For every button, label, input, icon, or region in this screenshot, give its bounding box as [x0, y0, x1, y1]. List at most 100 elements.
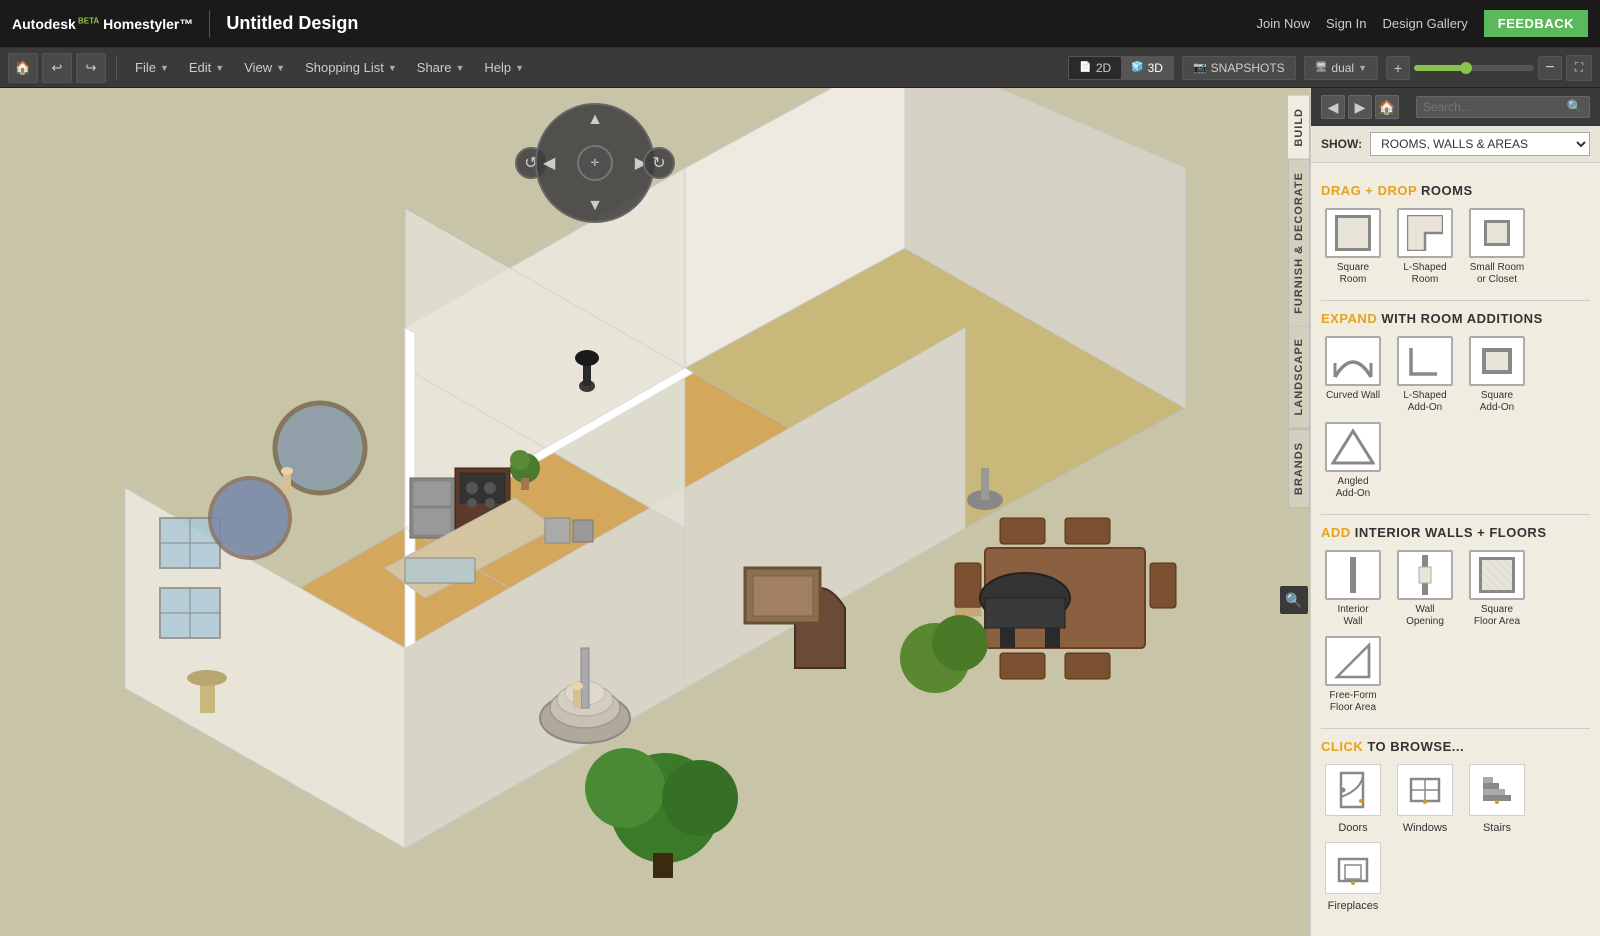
dual-button[interactable]: 🖥 dual ▼	[1304, 56, 1378, 80]
design-gallery-link[interactable]: Design Gallery	[1383, 16, 1468, 31]
nav-up-button[interactable]: ▲	[587, 111, 603, 129]
square-floor-icon-box	[1469, 550, 1525, 600]
windows-browse-tile[interactable]: Windows	[1393, 764, 1457, 834]
show-label: SHOW:	[1321, 137, 1362, 151]
panel-nav-group: ◀ ▶ 🏠	[1321, 95, 1399, 119]
brands-tab[interactable]: BRANDS	[1288, 429, 1310, 508]
house-scene	[0, 88, 1310, 936]
home-button[interactable]: 🏠	[8, 53, 38, 83]
small-room-shape	[1484, 220, 1510, 246]
panel-search-icon[interactable]: 🔍	[1280, 586, 1308, 614]
view-menu[interactable]: View ▼	[236, 56, 293, 79]
freeform-floor-label: Free-FormFloor Area	[1329, 690, 1376, 714]
door-svg	[1333, 767, 1373, 813]
panel-forward-button[interactable]: ▶	[1348, 95, 1372, 119]
square-room-icon	[1325, 208, 1381, 258]
edit-menu[interactable]: Edit ▼	[181, 56, 232, 79]
additions-tiles-row: Curved Wall L-ShapedAdd-On SquareAdd-On	[1321, 336, 1590, 500]
square-addon-shape	[1482, 348, 1512, 374]
interior-wall-tile[interactable]: InteriorWall	[1321, 550, 1385, 628]
panel-back-button[interactable]: ◀	[1321, 95, 1345, 119]
right-panel: ◀ ▶ 🏠 🔍 SHOW: ROOMS, WALLS & AREAS FLOOR…	[1310, 88, 1600, 936]
stairs-browse-tile[interactable]: Stairs	[1465, 764, 1529, 834]
wall-opening-icon-box	[1397, 550, 1453, 600]
l-room-svg	[1407, 215, 1443, 251]
design-canvas[interactable]: ↺ ▲ ▼ ◀ ▶ ✛ ↻	[0, 88, 1310, 936]
zoom-slider-thumb	[1460, 62, 1472, 74]
2d-view-btn[interactable]: 📄 2D	[1069, 57, 1121, 79]
main-area: ↺ ▲ ▼ ◀ ▶ ✛ ↻	[0, 88, 1600, 936]
show-select[interactable]: ROOMS, WALLS & AREAS FLOOR PLAN ALL	[1370, 132, 1590, 156]
panel-content: DRAG + DROP ROOMS SquareRoom L-S	[1311, 163, 1600, 936]
toolbar-separator-1	[116, 56, 117, 80]
interior-walls-header: ADD INTERIOR WALLS + FLOORS	[1321, 525, 1590, 540]
toolbar-right: 📄 2D 🧊 3D 📷 SNAPSHOTS 🖥 dual ▼ +	[1068, 55, 1592, 81]
nav-center-button[interactable]: ✛	[577, 145, 613, 181]
toolbar: 🏠 ↩ ↪ File ▼ Edit ▼ View ▼ Shopping List…	[0, 48, 1600, 88]
share-menu[interactable]: Share ▼	[409, 56, 473, 79]
l-shaped-addon-icon	[1397, 336, 1453, 386]
doors-icon	[1325, 764, 1381, 816]
edit-menu-arrow: ▼	[215, 63, 224, 73]
fireplaces-icon	[1325, 842, 1381, 894]
title-divider	[209, 10, 210, 38]
nav-ring: ▲ ▼ ◀ ▶ ✛	[535, 103, 655, 223]
browse-tiles-row: Doors Windows	[1321, 764, 1590, 912]
wall-opening-tile[interactable]: WallOpening	[1393, 550, 1457, 628]
drag-drop-rooms-header: DRAG + DROP ROOMS	[1321, 183, 1590, 198]
freeform-floor-tile[interactable]: Free-FormFloor Area	[1321, 636, 1385, 714]
curved-wall-tile[interactable]: Curved Wall	[1321, 336, 1385, 414]
windows-label: Windows	[1403, 822, 1448, 834]
nav-down-button[interactable]: ▼	[587, 197, 603, 215]
feedback-button[interactable]: FEEDBACK	[1484, 10, 1588, 37]
stairs-icon	[1469, 764, 1525, 816]
zoom-area: + − ⛶	[1386, 55, 1592, 81]
shopping-list-menu[interactable]: Shopping List ▼	[297, 56, 405, 79]
square-room-tile[interactable]: SquareRoom	[1321, 208, 1385, 286]
design-title: Untitled Design	[226, 13, 358, 34]
snapshots-button[interactable]: 📷 SNAPSHOTS	[1182, 56, 1296, 80]
panel-home-button[interactable]: 🏠	[1375, 95, 1399, 119]
zoom-in-button[interactable]: +	[1386, 56, 1410, 80]
sign-in-link[interactable]: Sign In	[1326, 16, 1366, 31]
angled-addon-tile[interactable]: AngledAdd-On	[1321, 422, 1385, 500]
undo-button[interactable]: ↩	[42, 53, 72, 83]
panel-search-submit[interactable]: 🔍	[1567, 99, 1583, 115]
curved-wall-icon	[1325, 336, 1381, 386]
show-row: SHOW: ROOMS, WALLS & AREAS FLOOR PLAN AL…	[1311, 126, 1600, 163]
build-tab[interactable]: BUILD	[1288, 96, 1310, 160]
zoom-slider-fill	[1414, 65, 1462, 71]
square-addon-tile[interactable]: SquareAdd-On	[1465, 336, 1529, 414]
file-menu[interactable]: File ▼	[127, 56, 177, 79]
l-shaped-room-icon	[1397, 208, 1453, 258]
join-now-link[interactable]: Join Now	[1257, 16, 1310, 31]
nav-left-button[interactable]: ◀	[543, 153, 555, 173]
redo-button[interactable]: ↪	[76, 53, 106, 83]
rotate-right-button[interactable]: ↻	[643, 147, 675, 179]
dual-arrow: ▼	[1358, 63, 1367, 73]
small-room-tile[interactable]: Small Roomor Closet	[1465, 208, 1529, 286]
help-menu[interactable]: Help ▼	[476, 56, 532, 79]
freeform-floor-icon-box	[1325, 636, 1381, 686]
view-menu-arrow: ▼	[276, 63, 285, 73]
l-shaped-room-label: L-ShapedRoom	[1403, 262, 1446, 286]
panel-search-input[interactable]	[1423, 100, 1563, 114]
small-room-label: Small Roomor Closet	[1470, 262, 1524, 286]
zoom-out-button[interactable]: −	[1538, 56, 1562, 80]
3d-view-btn[interactable]: 🧊 3D	[1121, 57, 1173, 79]
navigation-controls: ↺ ▲ ▼ ◀ ▶ ✛ ↻	[535, 103, 655, 223]
wall-opening-label: WallOpening	[1406, 604, 1444, 628]
l-shaped-room-tile[interactable]: L-ShapedRoom	[1393, 208, 1457, 286]
zoom-slider[interactable]	[1414, 65, 1534, 71]
l-shaped-addon-tile[interactable]: L-ShapedAdd-On	[1393, 336, 1457, 414]
freeform-floor-svg	[1333, 641, 1373, 681]
landscape-tab[interactable]: LANDSCAPE	[1288, 326, 1310, 428]
fullscreen-button[interactable]: ⛶	[1566, 55, 1592, 81]
fireplaces-browse-tile[interactable]: Fireplaces	[1321, 842, 1385, 912]
file-menu-arrow: ▼	[160, 63, 169, 73]
windows-icon	[1397, 764, 1453, 816]
doors-browse-tile[interactable]: Doors	[1321, 764, 1385, 834]
square-floor-tile[interactable]: SquareFloor Area	[1465, 550, 1529, 628]
small-room-icon	[1469, 208, 1525, 258]
furnish-decorate-tab[interactable]: FURNISH & DECORATE	[1288, 160, 1310, 327]
